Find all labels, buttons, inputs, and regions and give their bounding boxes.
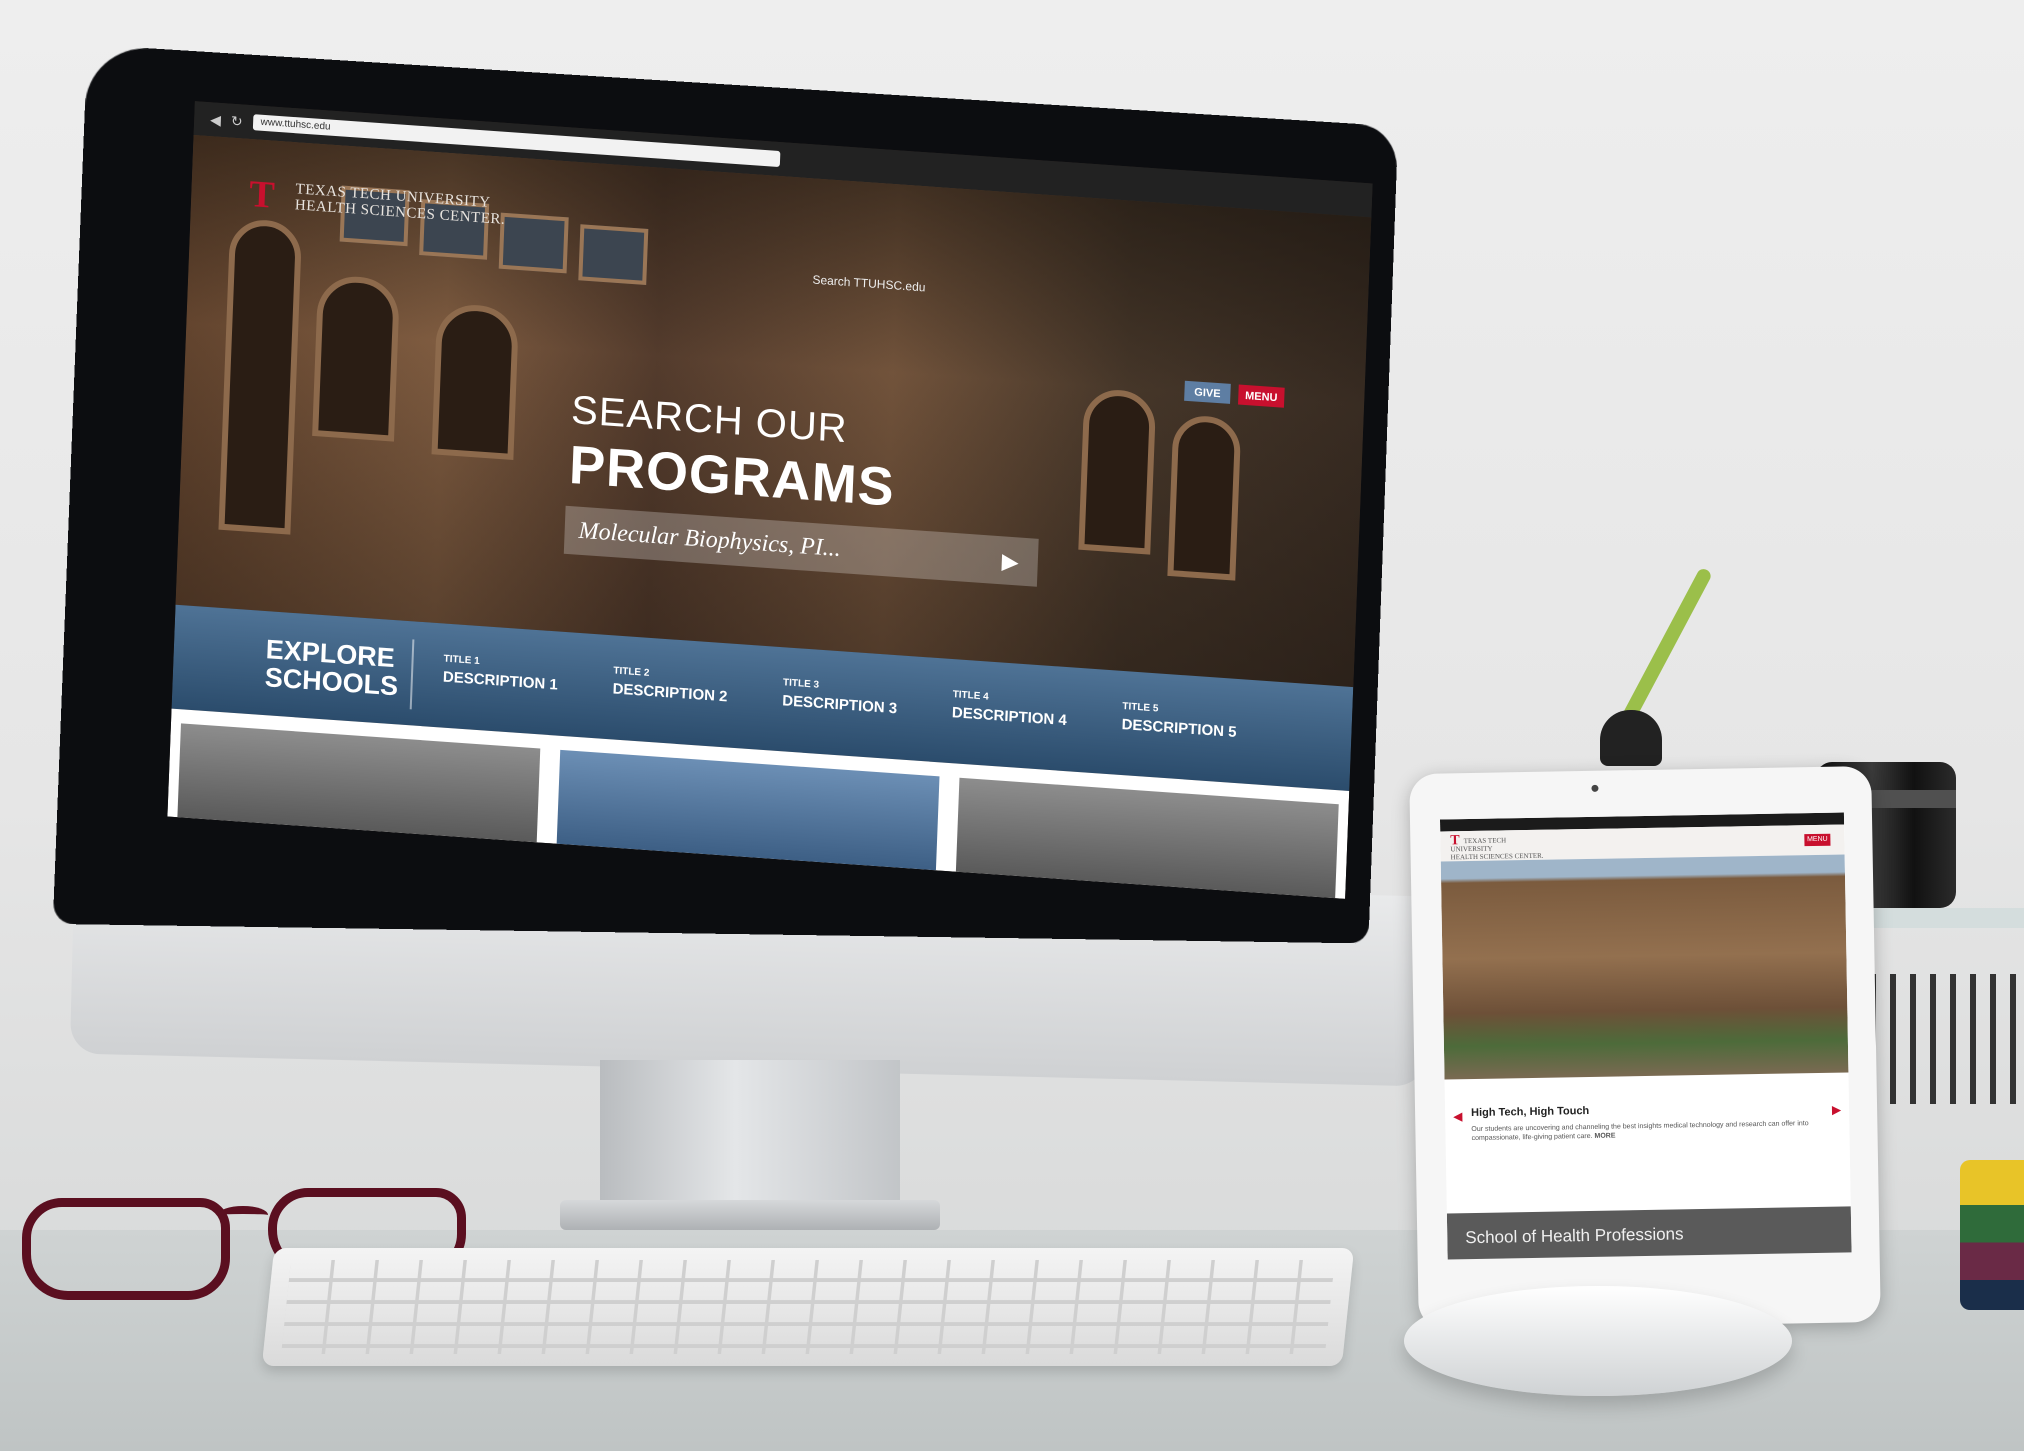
menu-button[interactable]: MENU: [1238, 384, 1285, 408]
tablet-device: T TEXAS TECH UNIVERSITY HEALTH SCIENCES …: [1409, 766, 1881, 1330]
tablet-logo[interactable]: T TEXAS TECH UNIVERSITY HEALTH SCIENCES …: [1450, 833, 1543, 861]
school-description: DESCRIPTION 3: [781, 692, 898, 718]
tablet-camera-icon: [1591, 784, 1599, 792]
chevron-left-icon[interactable]: ◀: [1453, 1109, 1462, 1123]
school-description: DESCRIPTION 4: [951, 704, 1068, 730]
building-arch: [431, 302, 520, 461]
plant-jar: [1600, 710, 1662, 766]
school-description: DESCRIPTION 5: [1121, 715, 1237, 741]
caption-text: Our students are uncovering and channeli…: [1471, 1120, 1809, 1143]
divider: [409, 639, 415, 710]
school-link-1[interactable]: TITLE 1 DESCRIPTION 1: [443, 654, 559, 694]
building-window: [498, 212, 569, 274]
caption-more-link[interactable]: MORE: [1594, 1133, 1615, 1140]
hero-banner: T TEXAS TECH UNIVERSITY HEALTH SCIENCES …: [175, 135, 1372, 688]
building-window: [578, 224, 649, 285]
tablet-caption: ◀ ▶ High Tech, High Touch Our students a…: [1445, 1072, 1851, 1179]
desktop-website-screen: ◀ ↻ www.ttuhsc.edu T TEXAS TECH UNIVERSI…: [167, 101, 1373, 899]
building-arch: [1078, 387, 1157, 555]
tablet-website-screen: T TEXAS TECH UNIVERSITY HEALTH SCIENCES …: [1439, 812, 1852, 1260]
caption-title: High Tech, High Touch: [1471, 1104, 1590, 1120]
give-button[interactable]: GIVE: [1184, 380, 1231, 404]
play-arrow-icon[interactable]: ▶: [1001, 548, 1026, 574]
imac-stand: [600, 1060, 900, 1210]
program-search-input[interactable]: Molecular Biophysics, PI...: [563, 505, 1039, 587]
photo-scene: ◀ ↻ www.ttuhsc.edu T TEXAS TECH UNIVERSI…: [0, 0, 2024, 1451]
book-stack: [1960, 1160, 2024, 1310]
glasses-bridge: [218, 1206, 268, 1224]
explore-schools-heading: EXPLORE SCHOOLS: [264, 634, 399, 701]
site-search-input[interactable]: Search TTUHSC.edu: [798, 266, 1302, 327]
building-arch: [1167, 414, 1242, 581]
building-arch: [218, 217, 303, 535]
magic-mouse: [1404, 1286, 1792, 1396]
keyboard-keys: [281, 1260, 1335, 1354]
reload-icon[interactable]: ↻: [231, 112, 243, 130]
school-link-4[interactable]: TITLE 4 DESCRIPTION 4: [952, 689, 1068, 729]
school-link-5[interactable]: TITLE 5 DESCRIPTION 5: [1121, 701, 1237, 741]
building-arch: [312, 274, 401, 442]
school-link-2[interactable]: TITLE 2 DESCRIPTION 2: [612, 665, 728, 705]
glasses-lens: [22, 1198, 230, 1300]
imac-foot: [560, 1200, 940, 1230]
bamboo-plant: [1620, 566, 1714, 724]
school-description: DESCRIPTION 2: [612, 680, 728, 706]
tablet-menu-button[interactable]: MENU: [1804, 833, 1831, 847]
chevron-right-icon[interactable]: ▶: [1832, 1103, 1841, 1117]
tablet-hero-photo: [1440, 854, 1849, 1080]
logo-wordmark: TEXAS TECH UNIVERSITY HEALTH SCIENCES CE…: [295, 181, 506, 228]
school-description: DESCRIPTION 1: [442, 668, 559, 694]
double-t-logo-icon: T: [248, 173, 276, 217]
tablet-school-bar[interactable]: School of Health Professions: [1446, 1206, 1852, 1260]
keyboard: [261, 1248, 1355, 1366]
back-arrow-icon[interactable]: ◀: [210, 111, 221, 129]
school-link-3[interactable]: TITLE 3 DESCRIPTION 3: [782, 677, 898, 717]
caption-body: Our students are uncovering and channeli…: [1471, 1119, 1823, 1143]
double-t-logo-icon: T: [1450, 833, 1460, 849]
tablet-logo-line1: TEXAS TECH UNIVERSITY: [1450, 836, 1507, 854]
